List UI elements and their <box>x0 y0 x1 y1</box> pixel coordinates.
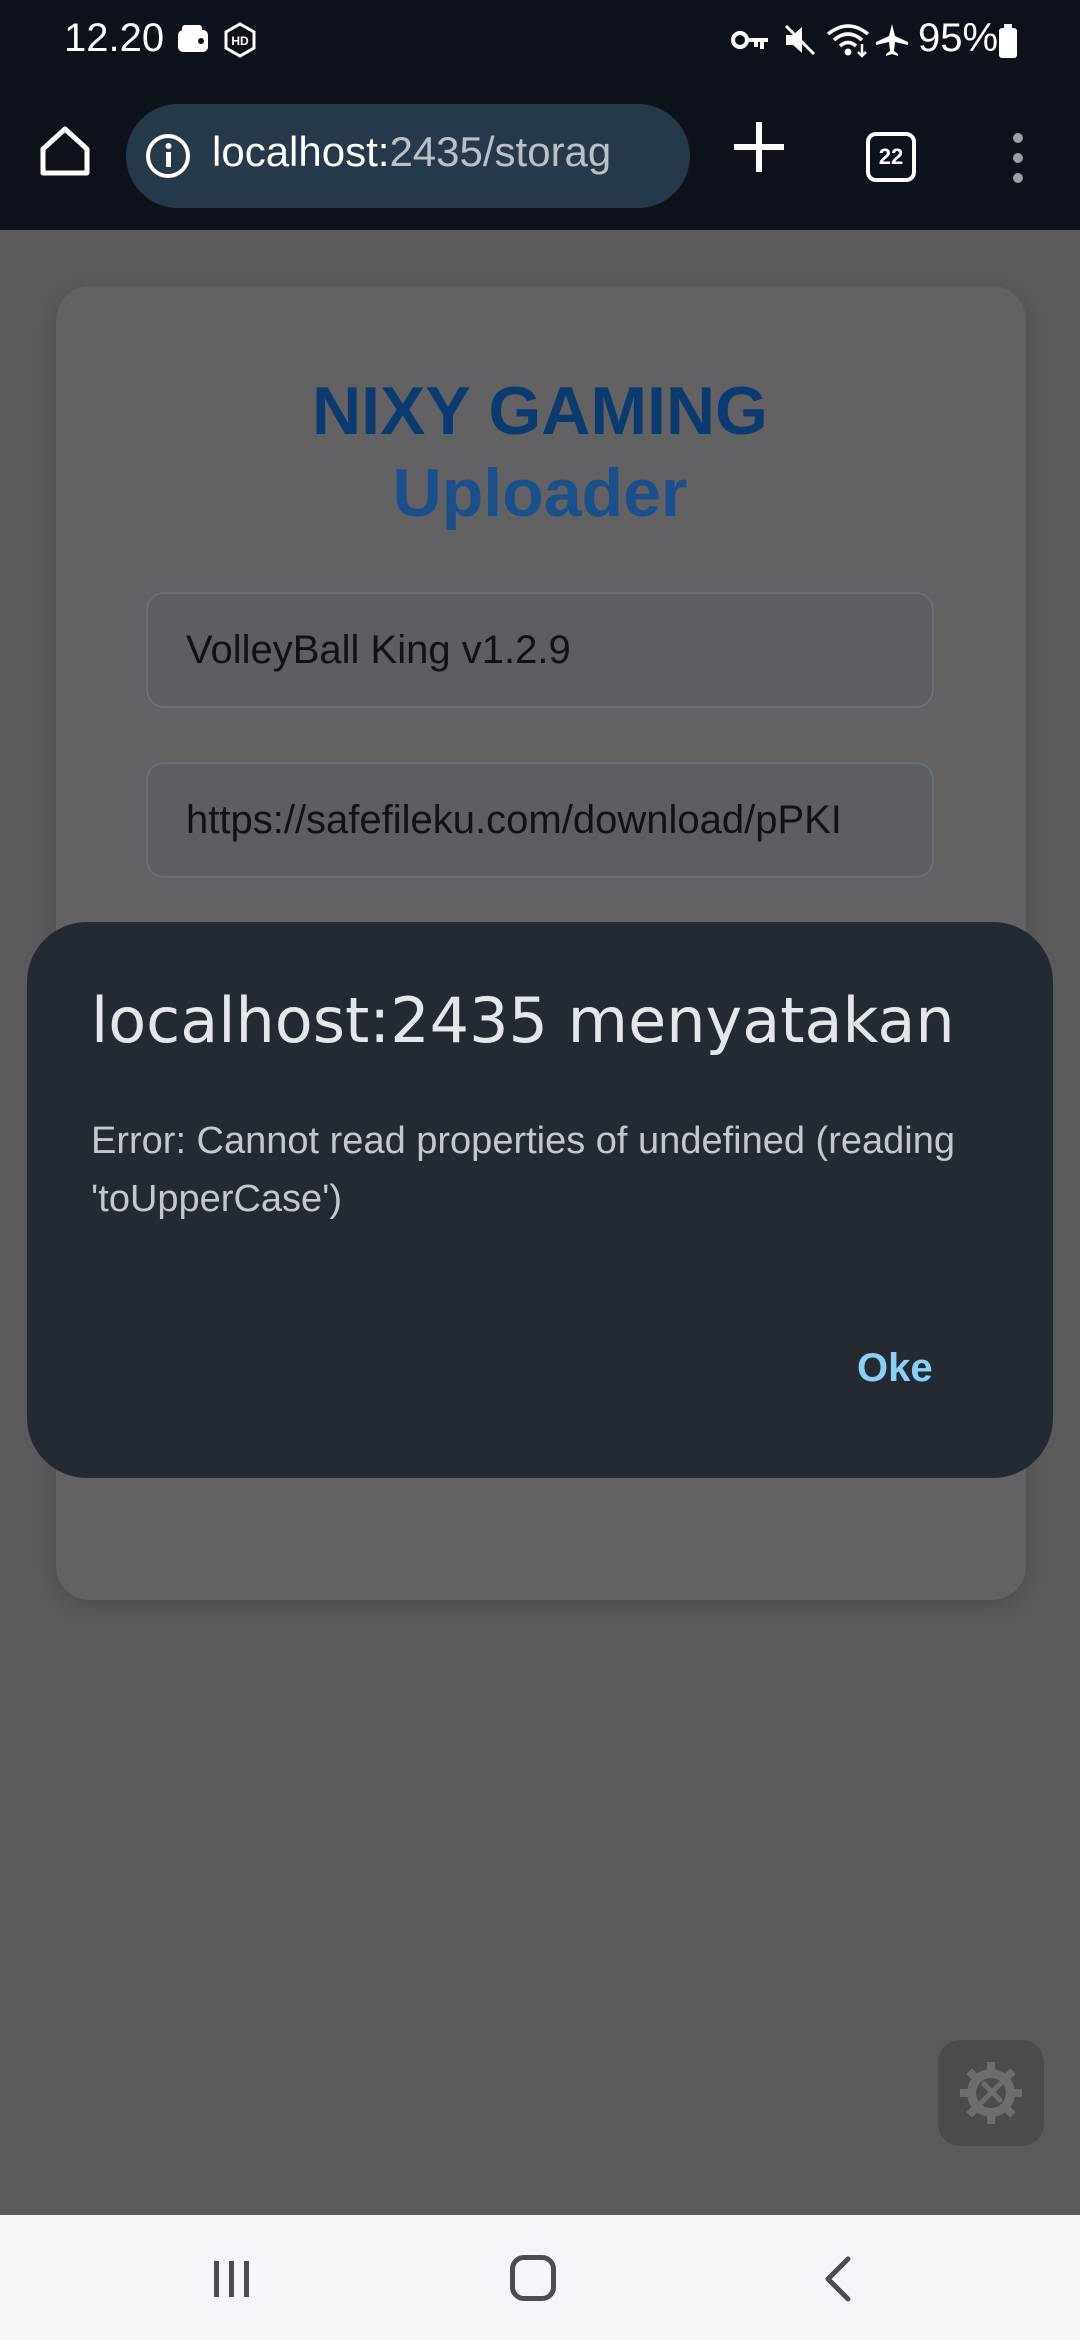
more-menu-icon[interactable] <box>1000 128 1036 188</box>
wallet-icon <box>176 22 210 61</box>
tab-switcher-button[interactable]: 22 <box>866 132 916 182</box>
url-text[interactable]: localhost:2435/storag <box>212 128 682 176</box>
back-icon[interactable] <box>818 2255 858 2303</box>
mute-icon <box>782 22 818 63</box>
url-path: 2435/storag <box>389 128 612 175</box>
home-icon <box>40 126 90 176</box>
home-button[interactable] <box>30 116 100 186</box>
dialog-title: localhost:2435 menyatakan <box>91 984 955 1057</box>
airplane-icon <box>874 22 910 63</box>
address-bar[interactable]: localhost:2435/storag <box>126 104 690 208</box>
site-info-icon[interactable] <box>144 132 192 180</box>
download-url-input[interactable]: https://safefileku.com/download/pPKI <box>146 762 934 878</box>
new-tab-icon[interactable] <box>726 114 792 180</box>
page-title: NIXY GAMING Uploader <box>0 370 1080 534</box>
page-title-line1: NIXY GAMING <box>312 373 768 449</box>
status-time: 12.20 <box>64 16 165 60</box>
hd-icon: HD <box>222 22 258 63</box>
dialog-message: Error: Cannot read properties of undefin… <box>91 1120 955 1220</box>
vpn-key-icon <box>730 26 770 59</box>
home-icon[interactable] <box>510 2255 556 2301</box>
recent-apps-icon[interactable] <box>210 2257 254 2301</box>
settings-tools-icon <box>960 2062 1022 2124</box>
settings-button[interactable] <box>938 2040 1044 2146</box>
battery-icon <box>998 24 1018 63</box>
game-name-input[interactable]: VolleyBall King v1.2.9 <box>146 592 934 708</box>
system-nav-bar <box>0 2215 1080 2340</box>
url-host: localhost: <box>212 128 390 175</box>
page-title-line2: Uploader <box>392 455 688 531</box>
ok-button[interactable]: Oke <box>857 1346 933 1391</box>
wifi-icon <box>826 22 870 63</box>
tab-count: 22 <box>878 144 904 169</box>
battery-percent: 95% <box>918 16 999 60</box>
status-bar: 12.20 HD 95% <box>0 0 1080 80</box>
svg-text:HD: HD <box>231 34 249 48</box>
browser-toolbar: localhost:2435/storag 22 <box>0 80 1080 230</box>
alert-dialog: localhost:2435 menyatakan Error: Cannot … <box>27 922 1053 1478</box>
